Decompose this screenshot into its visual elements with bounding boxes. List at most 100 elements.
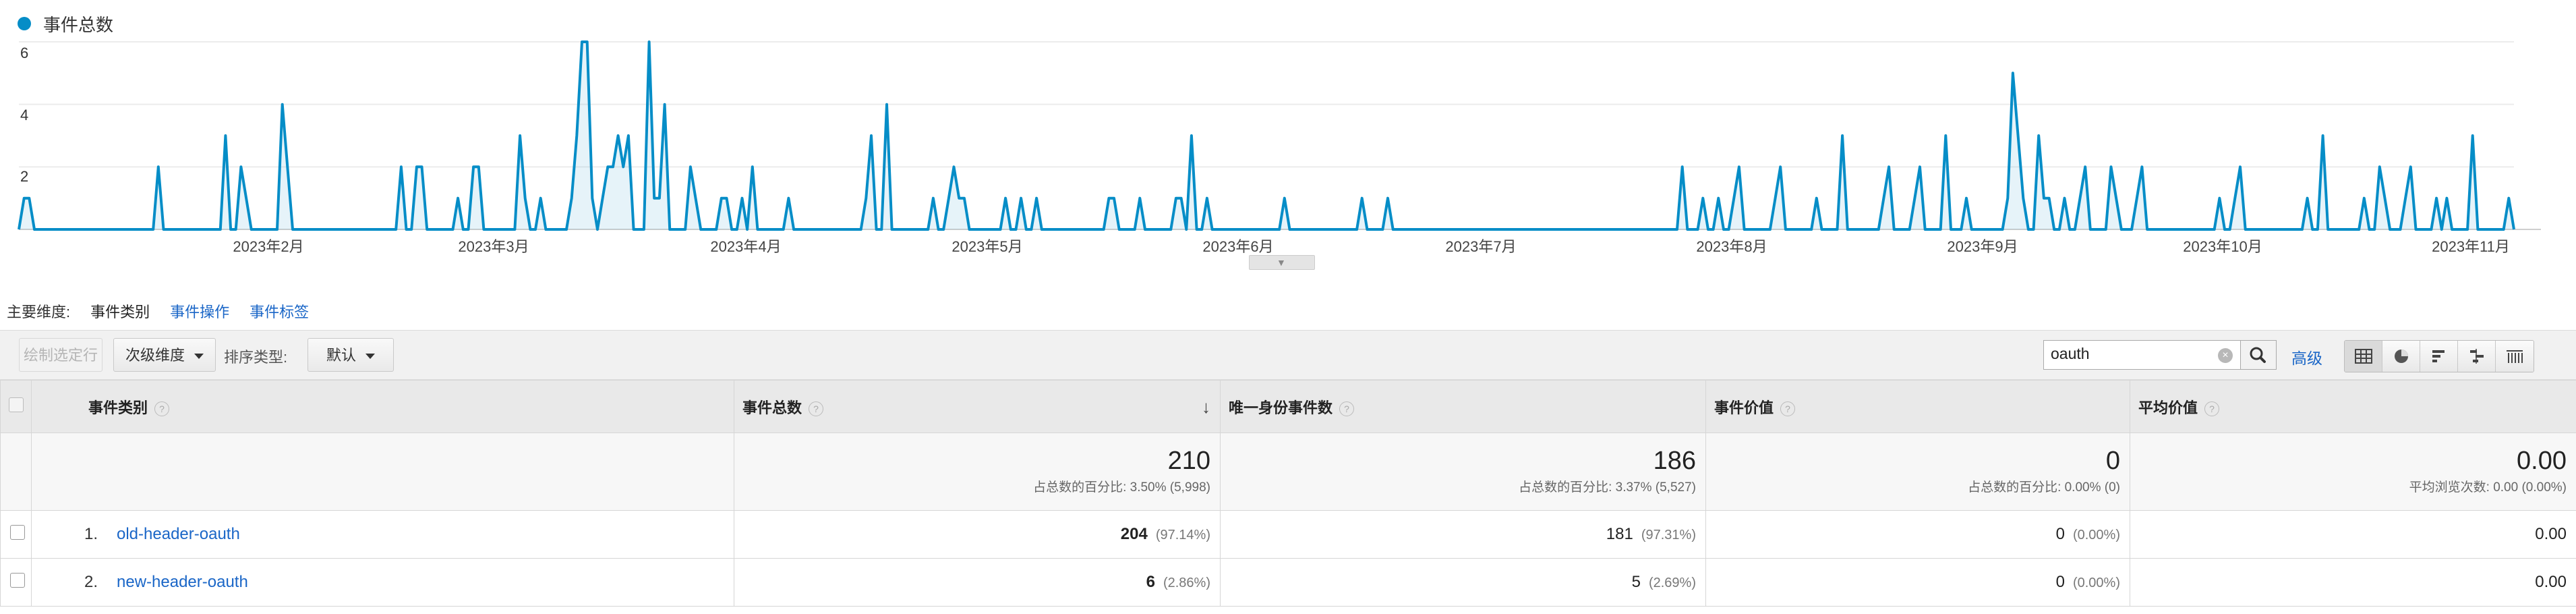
series-area [19,42,2514,229]
performance-bar-icon [2432,350,2445,362]
row-rank: 1. [84,525,98,543]
search-button[interactable] [2240,341,2276,369]
unique-events-cell: 5 (2.69%) [1220,558,1706,607]
chart-resize-handle[interactable]: ▼ [1249,255,1315,270]
dimension-event-label[interactable]: 事件标签 [250,300,309,322]
row-checkbox[interactable] [10,524,25,540]
caret-down-icon [365,354,375,360]
column-header-total-events[interactable]: 事件总数? ↓ [734,380,1221,433]
event-category-cell: 1. old-header-oauth [31,510,734,559]
search-icon [2250,347,2266,363]
cell-percent: (97.14%) [1155,528,1210,542]
column-header-event-value[interactable]: 事件价值? [1705,380,2130,433]
cell-value: 181 [1606,525,1633,543]
column-header-event-category[interactable]: 事件类别? [31,380,734,433]
plot-rows-button[interactable]: 绘制选定行 [19,338,103,372]
report-table: 事件类别? 事件总数? ↓ 唯一身份事件数? 事件价值? 平均价值? 210 占总数… [0,380,2576,607]
cell-value: 204 [1120,525,1148,543]
cell-value: 0 [2055,525,2065,543]
event-category-cell: 2. new-header-oauth [31,558,734,607]
x-tick-label: 2023年11月 [2432,238,2510,255]
search-input[interactable] [2044,341,2233,366]
row-checkbox[interactable] [10,572,25,588]
line-chart-svg [18,40,2541,231]
table-toolbar: 绘制选定行 次级维度 排序类型: 默认 × 高级 [0,330,2576,380]
cell-percent: (97.31%) [1641,528,1696,542]
table-filter-search: × [2043,340,2277,370]
column-header-label: 事件类别 [88,399,148,416]
column-header-label: 唯一身份事件数 [1229,399,1333,416]
x-tick-label: 2023年10月 [2183,238,2262,255]
cell-value: 0.00 [2535,525,2567,543]
empty-cell [0,432,32,511]
sort-type-value: 默认 [326,347,356,364]
comparison-view-button[interactable] [2458,341,2496,372]
column-header-label: 事件价值 [1714,399,1774,416]
cell-percent: (0.00%) [2072,576,2120,590]
x-tick-label: 2023年6月 [1202,238,1274,255]
x-tick-label: 2023年9月 [1947,238,2018,255]
totals-row: 210 占总数的百分比: 3.50% (5,998) 186 占总数的百分比: 3.… [0,432,2576,511]
sort-descending-icon: ↓ [1202,397,1210,417]
help-icon[interactable]: ? [1339,401,1355,416]
clear-icon[interactable]: × [2218,348,2233,363]
dimension-event-action[interactable]: 事件操作 [170,300,229,322]
event-value-summary: 0 占总数的百分比: 0.00% (0) [1705,432,2130,511]
sort-type-dropdown[interactable]: 默认 [308,338,394,372]
help-icon[interactable]: ? [809,401,824,416]
total-share: 占总数的百分比: 3.37% (5,527) [1519,480,1696,495]
help-icon[interactable]: ? [1780,401,1796,416]
help-icon[interactable]: ? [154,401,170,416]
total-share: 平均浏览次数: 0.00 (0.00%) [2409,480,2567,495]
avg-value-cell: 0.00 [2130,558,2576,607]
event-category-link[interactable]: new-header-oauth [117,573,248,591]
x-tick-label: 2023年5月 [952,238,1023,255]
event-total-chart: 事件总数 6 4 2 2023年2月 2023年3月 2023年4月 2023年5月 2… [0,0,2576,270]
row-select-cell [0,558,32,607]
x-tick-label: 2023年8月 [1696,238,1767,255]
pivot-view-button[interactable] [2496,341,2534,372]
table-row: 2. new-header-oauth 6 (2.86%) 5 (2.69%) 0 (0… [0,558,2576,607]
unique-events-summary: 186 占总数的百分比: 3.37% (5,527) [1220,432,1706,511]
row-rank: 2. [84,573,98,591]
column-header-label: 事件总数 [742,399,802,416]
caret-down-icon [194,354,204,360]
row-select-cell [0,510,32,559]
pie-chart-icon [2394,350,2408,363]
x-tick-label: 2023年2月 [233,238,304,255]
advanced-filter-link[interactable]: 高级 [2291,345,2322,368]
sort-type-label: 排序类型: [224,349,288,366]
performance-view-button[interactable] [2420,341,2458,372]
help-icon[interactable]: ? [2204,401,2220,416]
select-all-cell [0,380,32,433]
total-events-cell: 204 (97.14%) [734,510,1221,559]
data-table-view-button[interactable] [2345,341,2382,372]
cell-percent: (0.00%) [2072,528,2120,542]
secondary-dimension-dropdown[interactable]: 次级维度 [113,338,216,372]
dimension-event-category[interactable]: 事件类别 [90,300,150,322]
x-tick-label: 2023年3月 [458,238,529,255]
cell-value: 5 [1631,573,1641,591]
comparison-icon [2469,349,2484,364]
total-share: 占总数的百分比: 3.50% (5,998) [1033,480,1210,495]
pivot-table-icon [2507,350,2523,363]
primary-dimension-label: 主要维度: [7,304,71,320]
column-header-avg-value[interactable]: 平均价值? [2130,380,2576,433]
total-share: 占总数的百分比: 0.00% (0) [1968,480,2120,495]
x-tick-label: 2023年7月 [1445,238,1517,255]
table-view-switcher [2344,340,2534,372]
total-value: 0.00 [2517,447,2567,475]
percentage-view-button[interactable] [2382,341,2420,372]
primary-dimension-bar: 主要维度: 事件类别 事件操作 事件标签 [7,300,309,322]
unique-events-cell: 181 (97.31%) [1220,510,1706,559]
event-value-cell: 0 (0.00%) [1705,558,2130,607]
column-header-label: 平均价值 [2138,399,2198,416]
cell-value: 6 [1146,573,1155,591]
event-category-link[interactable]: old-header-oauth [117,525,240,543]
total-events-cell: 6 (2.86%) [734,558,1221,607]
select-all-checkbox[interactable] [8,397,24,412]
total-events-summary: 210 占总数的百分比: 3.50% (5,998) [734,432,1221,511]
total-value: 0 [2105,447,2120,475]
secondary-dimension-label: 次级维度 [125,347,185,364]
column-header-unique-events[interactable]: 唯一身份事件数? [1220,380,1706,433]
